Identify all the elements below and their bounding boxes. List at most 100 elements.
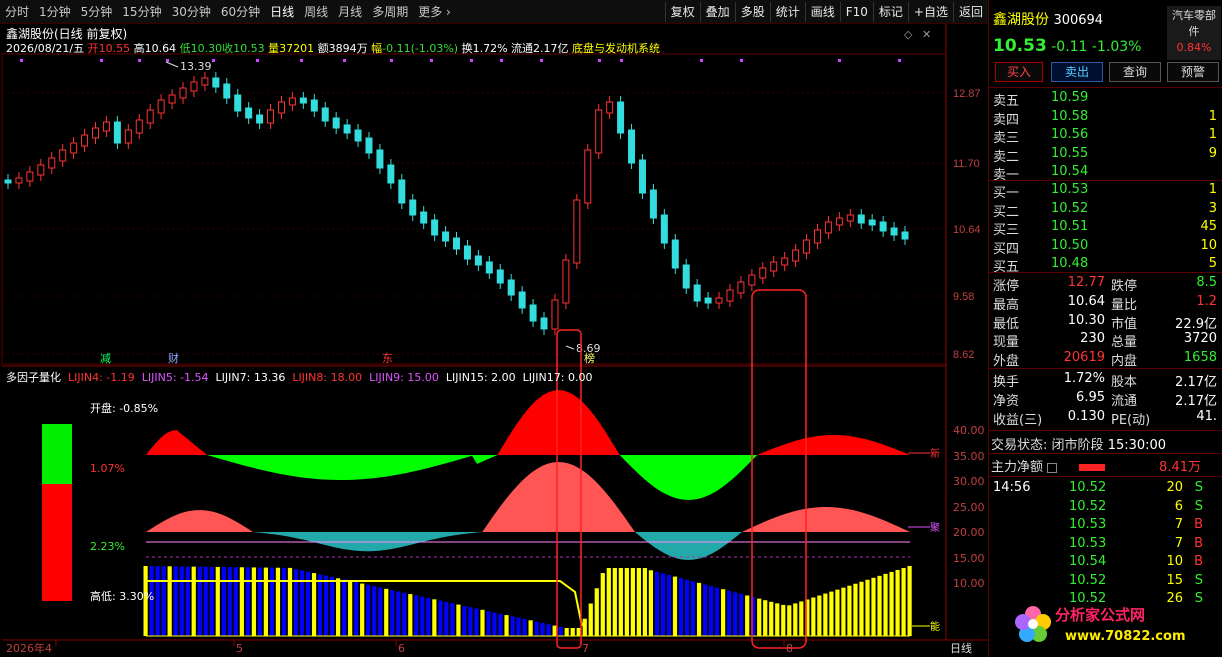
candle-body [551, 299, 559, 330]
list-icon[interactable] [1047, 462, 1058, 473]
period-1min[interactable]: 1分钟 [34, 0, 76, 24]
stat-label: 量比 [1111, 297, 1138, 313]
trade-status-row: 交易状态: 闭市阶段 15:30:00 [991, 434, 1221, 453]
candle-body [584, 149, 592, 204]
main-flow-label[interactable]: 主力净额 [991, 460, 1043, 475]
stats-button[interactable]: 统计 [769, 2, 805, 22]
candle-body [813, 229, 821, 244]
factor-bar [558, 626, 563, 636]
period-5min[interactable]: 5分钟 [76, 0, 118, 24]
factor-bar [534, 621, 539, 636]
period-30min[interactable]: 30分钟 [167, 0, 216, 24]
mark-button[interactable]: 标记 [872, 2, 908, 22]
signal-dot [598, 59, 601, 62]
factor-bar [323, 575, 329, 636]
level-volume: 1 [1208, 127, 1217, 142]
event-mark-bang[interactable]: 榜 [584, 351, 595, 365]
f10-button[interactable]: F10 [839, 2, 873, 22]
level-price: 10.52 [1051, 200, 1089, 216]
industry-name: 汽车零部件 [1172, 9, 1216, 38]
level-label: 卖四 [993, 112, 1020, 128]
subchart-title[interactable]: 多因子量化 [6, 371, 61, 384]
factor-bar [209, 566, 214, 636]
bid-row[interactable]: 买三 10.51 45 [991, 219, 1221, 238]
factor-bar [275, 567, 281, 636]
draw-line-button[interactable]: 画线 [804, 2, 840, 22]
event-mark-cai[interactable]: 财 [168, 351, 179, 365]
ask-row[interactable]: 卖三 10.56 1 [991, 127, 1221, 146]
industry-box[interactable]: 汽车零部件 0.84% [1167, 6, 1221, 60]
factor-bar [877, 575, 882, 636]
info-amt-label: 额 [317, 42, 329, 55]
annot-low-pointer [565, 345, 575, 350]
signal-bar-green [42, 424, 72, 484]
candle-body [102, 121, 110, 132]
factor-bar [907, 566, 912, 636]
candle-body [277, 101, 285, 114]
factor-bar [336, 578, 341, 636]
kline-chart[interactable]: 12.87 11.70 10.64 9.58 8.62 13.39 8.69 减… [0, 24, 988, 657]
candle-body [726, 289, 734, 302]
tick-side: B [1194, 554, 1203, 569]
query-button[interactable]: 查询 [1109, 62, 1161, 82]
candle-body [26, 171, 34, 182]
period-15min[interactable]: 15分钟 [117, 0, 166, 24]
back-button[interactable]: 返回 [952, 2, 988, 22]
tick-side: S [1194, 572, 1203, 588]
level-volume: 3 [1208, 200, 1217, 216]
factor-bar [540, 622, 545, 636]
factor-bar [504, 615, 509, 636]
sell-button[interactable]: 卖出 [1051, 62, 1103, 82]
candle-body [463, 245, 471, 260]
event-mark-dong[interactable]: 东 [382, 352, 393, 365]
factor-bar [600, 573, 605, 636]
period-fenshi[interactable]: 分时 [0, 0, 34, 24]
candle-body [879, 221, 887, 232]
candle-body [496, 269, 504, 284]
period-60min[interactable]: 60分钟 [216, 0, 265, 24]
signal-dot [100, 59, 103, 62]
tick-side: B [1194, 517, 1203, 532]
ask-row[interactable]: 卖二 10.55 9 [991, 146, 1221, 165]
tick-price: 10.53 [1069, 535, 1107, 551]
candle-body [518, 291, 526, 309]
diamond-icon[interactable]: ◇ [904, 28, 913, 41]
ask-row[interactable]: 卖四 10.58 1 [991, 109, 1221, 128]
overlay-button[interactable]: 叠加 [699, 2, 735, 22]
period-more[interactable]: 更多 › [413, 0, 456, 24]
factor-bar [522, 619, 527, 636]
candle-body [868, 219, 876, 226]
factor-bar [221, 567, 226, 636]
add-watchlist-button[interactable]: +自选 [907, 2, 953, 22]
bid-row[interactable]: 买一 10.53 1 [991, 182, 1221, 201]
level-label: 买三 [993, 223, 1020, 238]
factor-bar [438, 600, 443, 636]
bid-row[interactable]: 买四 10.50 10 [991, 238, 1221, 257]
event-mark-jian[interactable]: 减 [100, 352, 111, 365]
candle-body [737, 281, 745, 294]
close-icon[interactable]: ✕ [922, 28, 931, 41]
factor-bar [185, 566, 190, 636]
period-multi[interactable]: 多周期 [367, 0, 413, 24]
bid-row[interactable]: 买二 10.52 3 [991, 200, 1221, 220]
fuquan-button[interactable]: 复权 [664, 2, 700, 22]
alert-button[interactable]: 预警 [1167, 62, 1219, 82]
ask-row[interactable]: 卖五 10.59 [991, 90, 1221, 109]
candle-body [693, 284, 701, 302]
candle-body [595, 109, 603, 154]
tick-price: 10.52 [1069, 480, 1107, 495]
factor-bar [348, 580, 353, 636]
factor-bar [281, 567, 287, 636]
candle-body [146, 109, 154, 124]
buy-button[interactable]: 买入 [995, 62, 1043, 82]
factor-bar [528, 620, 533, 636]
period-daily[interactable]: 日线 [265, 0, 299, 24]
period-monthly[interactable]: 月线 [333, 0, 367, 24]
info-float-label: 流通 [511, 42, 534, 55]
stat-label: PE(动) [1111, 412, 1151, 428]
factor-bar [161, 566, 166, 636]
factor-bar [456, 604, 461, 636]
period-weekly[interactable]: 周线 [299, 0, 333, 24]
multi-stock-button[interactable]: 多股 [734, 2, 770, 22]
candle-body [704, 297, 712, 304]
